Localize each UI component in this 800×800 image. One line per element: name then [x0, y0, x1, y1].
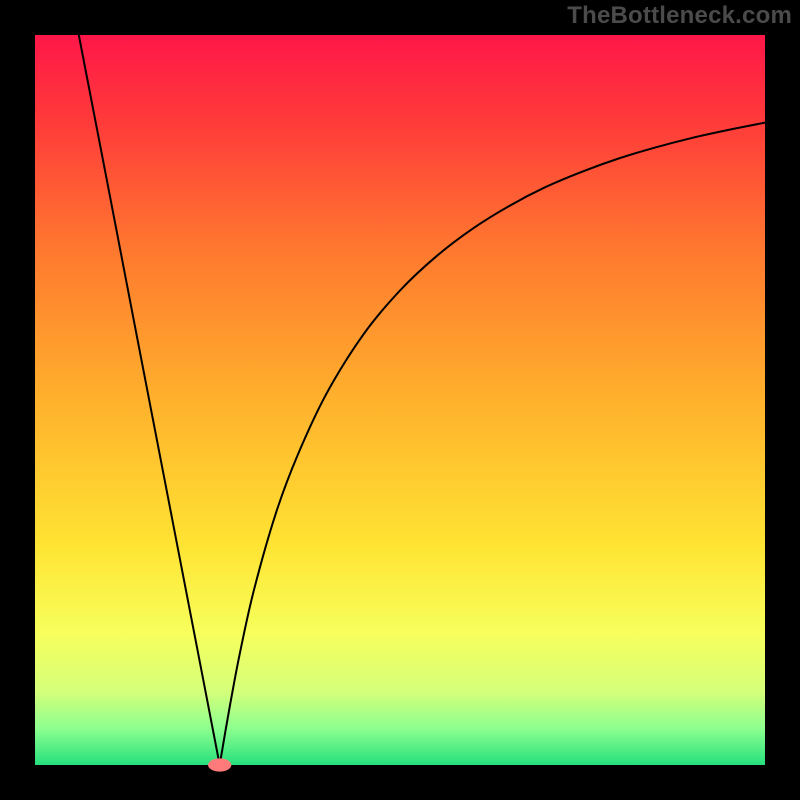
min-marker: [208, 758, 231, 771]
chart-frame: TheBottleneck.com: [0, 0, 800, 800]
bottleneck-chart: [0, 0, 800, 800]
plot-background: [35, 35, 765, 765]
